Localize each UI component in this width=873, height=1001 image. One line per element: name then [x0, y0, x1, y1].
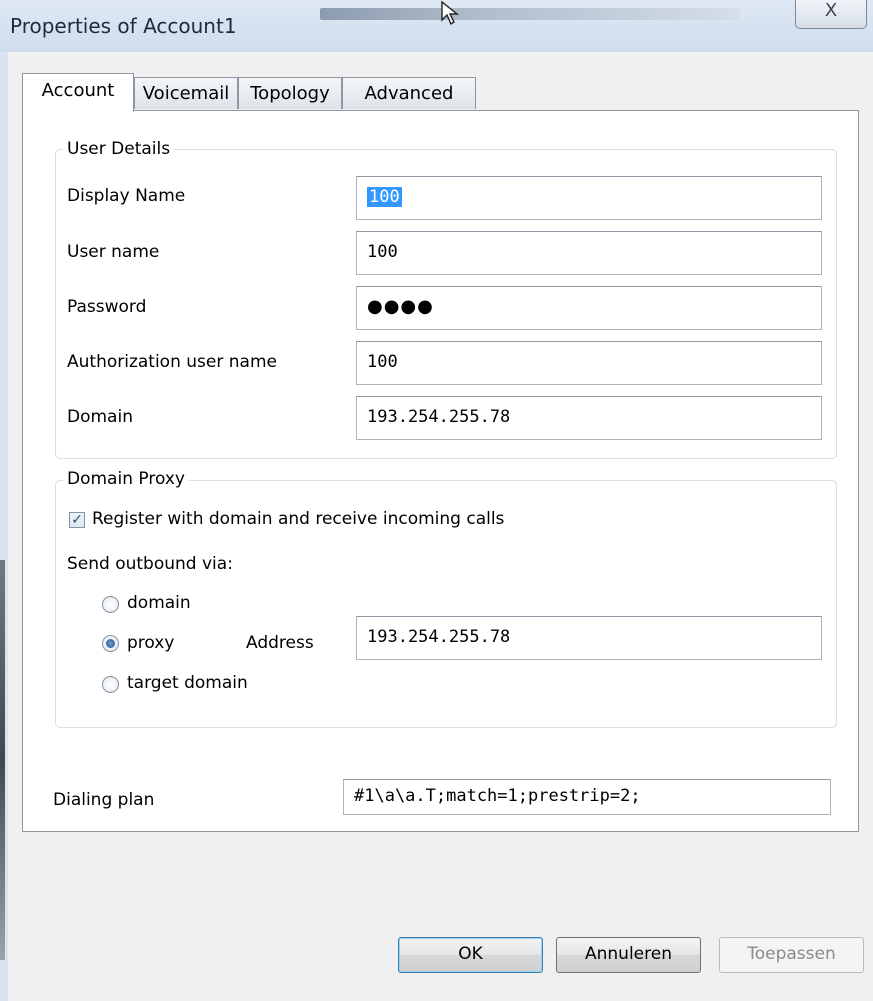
account-tab-panel: User Details Display Name 100 User name …: [22, 110, 859, 832]
display-name-field[interactable]: 100: [356, 176, 822, 220]
user-details-title: User Details: [63, 139, 175, 159]
dialing-plan-label: Dialing plan: [53, 790, 155, 810]
radio-proxy[interactable]: [102, 635, 119, 652]
radio-domain-label[interactable]: domain: [127, 593, 191, 613]
close-icon: X: [824, 0, 838, 21]
tab-voicemail[interactable]: Voicemail: [134, 77, 238, 109]
register-label[interactable]: Register with domain and receive incomin…: [92, 509, 504, 529]
window-frame-edge: [0, 560, 5, 960]
user-name-label: User name: [67, 242, 160, 262]
user-name-field[interactable]: 100: [356, 231, 822, 275]
mouse-cursor-icon: [441, 0, 459, 26]
radio-domain[interactable]: [102, 596, 119, 613]
radio-target-domain-label[interactable]: target domain: [127, 673, 248, 693]
auth-user-label: Authorization user name: [67, 352, 277, 372]
tab-account[interactable]: Account: [22, 73, 134, 112]
register-checkbox[interactable]: ✓: [69, 512, 85, 528]
password-field[interactable]: ●●●●: [356, 286, 822, 330]
close-button[interactable]: X: [795, 0, 867, 29]
domain-label: Domain: [67, 407, 133, 427]
proxy-address-field[interactable]: 193.254.255.78: [356, 616, 822, 660]
radio-proxy-label[interactable]: proxy: [127, 633, 174, 653]
tab-advanced[interactable]: Advanced: [342, 77, 476, 109]
apply-button[interactable]: Toepassen: [719, 937, 864, 973]
display-name-label: Display Name: [67, 186, 186, 206]
tab-voicemail-label: Voicemail: [142, 83, 230, 104]
tab-topology-label: Topology: [250, 83, 330, 104]
send-outbound-label: Send outbound via:: [67, 554, 233, 574]
window-title: Properties of Account1: [10, 14, 237, 38]
tab-advanced-label: Advanced: [364, 83, 454, 104]
dialing-plan-field[interactable]: #1\a\a.T;match=1;prestrip=2;: [343, 779, 831, 815]
password-label: Password: [67, 297, 147, 317]
tab-account-label: Account: [41, 80, 115, 101]
domain-field[interactable]: 193.254.255.78: [356, 396, 822, 440]
title-bar-glass: [320, 8, 740, 20]
tab-topology[interactable]: Topology: [238, 77, 342, 109]
ok-button[interactable]: OK: [398, 937, 543, 973]
display-name-value: 100: [367, 187, 402, 207]
address-label: Address: [246, 633, 314, 653]
cancel-button[interactable]: Annuleren: [556, 937, 701, 973]
domain-proxy-title: Domain Proxy: [63, 469, 189, 489]
auth-user-field[interactable]: 100: [356, 341, 822, 385]
title-bar: Properties of Account1 X: [0, 0, 873, 52]
password-mask: ●●●●: [367, 296, 434, 317]
radio-target-domain[interactable]: [102, 676, 119, 693]
